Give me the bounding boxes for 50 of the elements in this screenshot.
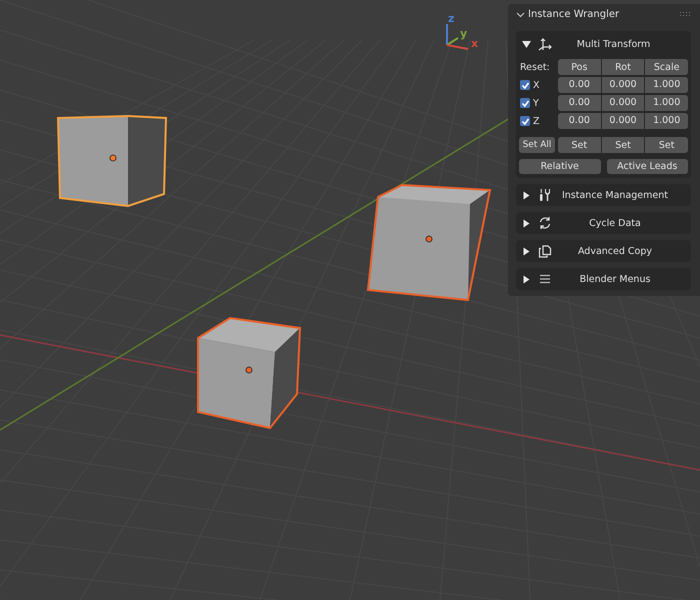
reset-label: Reset:: [519, 62, 551, 72]
copy-icon: [538, 244, 552, 258]
axis-label: Y: [533, 98, 539, 108]
number-field[interactable]: 0.000: [602, 113, 644, 129]
section-title: Cycle Data: [588, 218, 642, 228]
transform-arrows-icon: [538, 37, 552, 51]
reset-button[interactable]: Scale: [645, 59, 688, 75]
disclosure-triangle-icon[interactable]: [522, 190, 531, 200]
reset-button[interactable]: Pos: [558, 59, 601, 75]
axis-label: Z: [533, 116, 540, 126]
number-field[interactable]: 1.000: [645, 95, 688, 111]
collapsed-section[interactable]: Blender Menus: [516, 268, 691, 290]
number-field[interactable]: 1.000: [645, 113, 688, 129]
section-title: Instance Management: [560, 190, 669, 200]
section-title: Blender Menus: [578, 274, 652, 284]
axis-label: X: [533, 80, 540, 90]
axis-label: x: [471, 37, 478, 50]
number-field[interactable]: 0.00: [558, 95, 601, 111]
disclosure-triangle-icon[interactable]: [522, 218, 531, 228]
collapsed-section[interactable]: Advanced Copy: [516, 240, 691, 262]
number-field[interactable]: 1.000: [645, 77, 688, 93]
refresh-icon: [538, 216, 552, 230]
collapsed-section[interactable]: Cycle Data: [516, 212, 691, 234]
set-button[interactable]: Set: [558, 137, 601, 153]
disclosure-triangle-icon[interactable]: [522, 40, 531, 48]
section-title: Advanced Copy: [576, 246, 654, 256]
checkbox[interactable]: [520, 116, 530, 126]
collapsed-section[interactable]: Instance Management: [516, 184, 691, 206]
panel-title[interactable]: Instance Wrangler: [528, 9, 677, 20]
set-button[interactable]: Set: [602, 137, 644, 153]
toggle-button[interactable]: Active Leads: [606, 159, 688, 174]
disclosure-triangle-icon[interactable]: [522, 246, 531, 256]
axis-gizmo-drawing: [446, 24, 468, 50]
number-field[interactable]: 0.00: [558, 113, 601, 129]
disclosure-triangle-icon[interactable]: [522, 274, 531, 284]
set-all-button[interactable]: Set All: [519, 137, 555, 153]
chevron-icon[interactable]: [516, 10, 525, 19]
tools-icon: [538, 188, 552, 202]
checkbox[interactable]: [520, 98, 530, 108]
number-field[interactable]: 0.000: [602, 95, 644, 111]
axis-label: z: [448, 12, 454, 25]
set-button[interactable]: Set: [645, 137, 688, 153]
menu-icon: [538, 272, 552, 286]
number-field[interactable]: 0.00: [558, 77, 601, 93]
toggle-button[interactable]: Relative: [519, 159, 600, 174]
checkbox[interactable]: [520, 80, 530, 90]
number-field[interactable]: 0.000: [602, 77, 644, 93]
section-title: Multi Transform: [576, 38, 652, 50]
reset-button[interactable]: Rot: [602, 59, 644, 75]
axis-label: y: [460, 27, 468, 40]
